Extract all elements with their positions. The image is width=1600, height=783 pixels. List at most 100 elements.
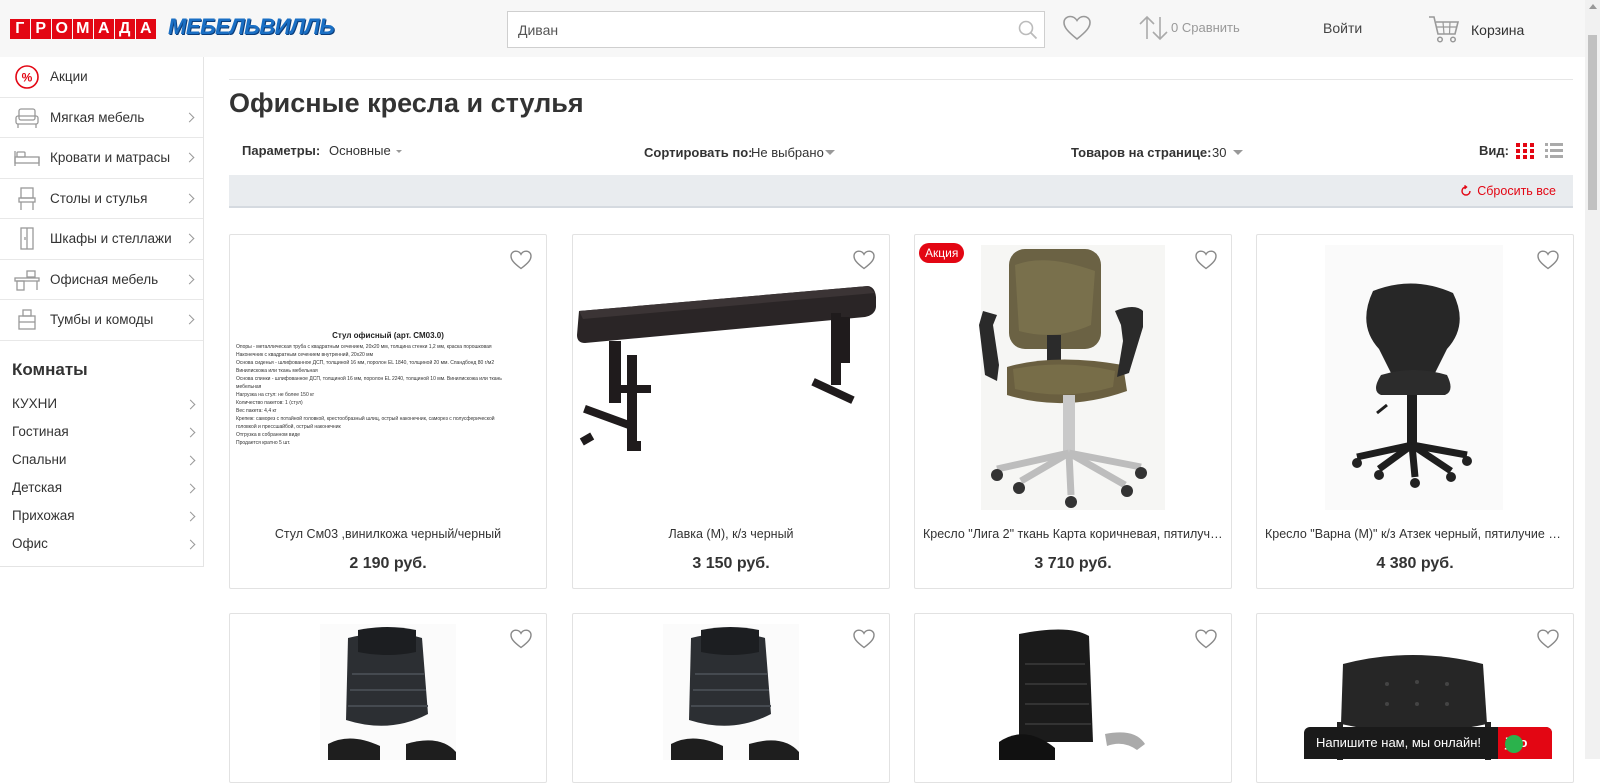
chevron-right-icon bbox=[185, 455, 196, 466]
search-icon[interactable] bbox=[1018, 20, 1038, 40]
product-price: 2 190 руб. bbox=[349, 555, 427, 572]
leather-chair-image[interactable] bbox=[915, 624, 1231, 760]
sidebar-item-upholstered[interactable]: Мягкая мебель bbox=[0, 98, 203, 138]
product-name[interactable]: Кресло "Варна (М)" к/з Атзек черный, пят… bbox=[1265, 527, 1565, 541]
product-card[interactable]: Лавка (М), к/з черный 3 150 руб. bbox=[572, 234, 890, 589]
wardrobe-icon bbox=[20, 227, 34, 250]
spec-sheet-title: Стул офисный (арт. СМ03.0) bbox=[332, 331, 444, 340]
product-card[interactable]: Стул офисный (арт. СМ03.0) Опоры - метал… bbox=[229, 234, 547, 589]
desk-icon bbox=[14, 269, 40, 291]
reset-filters-label: Сбросить все bbox=[1477, 184, 1556, 198]
mesh-chair-image[interactable] bbox=[230, 624, 546, 760]
site-header: ГРОМАДА МЕБЕЛЬВИЛЛЬ Диван 0 Сравнить Вой… bbox=[0, 0, 1585, 57]
product-name[interactable]: Лавка (М), к/з черный bbox=[581, 527, 881, 541]
logo-letter: О bbox=[52, 19, 72, 39]
sidebar-item-label: Кровати и матрасы bbox=[50, 150, 171, 166]
page-title: Офисные кресла и стулья bbox=[229, 88, 584, 118]
dropdown-caret-icon[interactable] bbox=[825, 150, 835, 155]
params-dropdown[interactable]: Основные bbox=[329, 143, 391, 158]
chevron-right-icon bbox=[185, 427, 196, 438]
sidebar-item-wardrobes[interactable]: Шкафы и стеллажи bbox=[0, 219, 203, 260]
product-price: 3 710 руб. bbox=[1034, 555, 1112, 572]
spec-line: головкой и прессшайбой, острый наконечни… bbox=[236, 424, 341, 430]
sidebar-item-label: Тумбы и комоды bbox=[50, 312, 154, 328]
reset-filters-button[interactable]: Сбросить все bbox=[1460, 184, 1556, 198]
dropdown-caret-icon[interactable] bbox=[1233, 150, 1243, 155]
dropdown-caret-icon[interactable] bbox=[396, 150, 402, 153]
product-name[interactable]: Кресло "Лига 2" ткань Карта коричневая, … bbox=[923, 527, 1223, 541]
room-item-label: Прихожая bbox=[12, 508, 75, 523]
room-item-bedroom[interactable]: Спальни bbox=[0, 448, 204, 472]
product-card[interactable] bbox=[572, 613, 890, 783]
room-item-kitchen[interactable]: КУХНИ bbox=[0, 392, 204, 416]
room-item-label: Детская bbox=[12, 480, 63, 495]
logo-letter: А bbox=[136, 19, 156, 39]
sidebar-item-office[interactable]: Офисная мебель bbox=[0, 260, 203, 300]
search-input[interactable]: Диван bbox=[507, 11, 1045, 48]
office-chair-image[interactable] bbox=[915, 245, 1231, 510]
spec-line: Винилискожа или ткань мебельная bbox=[236, 368, 318, 374]
cart-link[interactable]: Корзина bbox=[1471, 22, 1524, 38]
scrollbar-thumb[interactable] bbox=[1588, 35, 1597, 210]
room-item-label: КУХНИ bbox=[12, 396, 58, 411]
cart-icon[interactable] bbox=[1428, 14, 1460, 44]
sidebar-item-dressers[interactable]: Тумбы и комоды bbox=[0, 300, 203, 341]
list-view-icon[interactable] bbox=[1544, 142, 1564, 160]
product-card[interactable]: Акция Кресло "Лига 2" ткань Карта коричн… bbox=[914, 234, 1232, 589]
room-item-kids[interactable]: Детская bbox=[0, 476, 204, 500]
favorites-heart-icon[interactable] bbox=[1063, 15, 1091, 41]
bench-image[interactable] bbox=[573, 245, 889, 510]
mebelvill-logo[interactable]: МЕБЕЛЬВИЛЛЬ bbox=[168, 14, 335, 40]
sidebar-item-sales[interactable]: % Акции bbox=[0, 57, 203, 98]
room-item-office[interactable]: Офис bbox=[0, 532, 204, 556]
sidebar-item-beds[interactable]: Кровати и матрасы bbox=[0, 138, 203, 179]
jivo-logo[interactable]: jivo bbox=[1498, 727, 1552, 759]
spec-line: Крепеж: саморез с потайной головкой, кре… bbox=[236, 416, 495, 422]
scroll-up-arrow-icon[interactable] bbox=[1589, 4, 1597, 9]
spec-line: мебельная bbox=[236, 384, 262, 390]
chat-prompt[interactable]: Напишите нам, мы онлайн! bbox=[1316, 735, 1481, 750]
product-card[interactable]: Кресло "Варна (М)" к/з Атзек черный, пят… bbox=[1256, 234, 1574, 589]
login-link[interactable]: Войти bbox=[1323, 20, 1362, 36]
mesh-chair-image[interactable] bbox=[573, 624, 889, 760]
product-spec-image[interactable]: Стул офисный (арт. СМ03.0) Опоры - метал… bbox=[230, 245, 546, 510]
page-scrollbar[interactable] bbox=[1585, 0, 1600, 759]
product-card[interactable] bbox=[229, 613, 547, 783]
room-item-label: Спальни bbox=[12, 452, 67, 467]
spec-line: Основа спинки - шлифованное ДСП, толщино… bbox=[236, 376, 502, 382]
params-label: Параметры: bbox=[242, 143, 321, 158]
chevron-right-icon bbox=[184, 152, 195, 163]
room-item-hallway[interactable]: Прихожая bbox=[0, 504, 204, 528]
spec-line: Опоры - металлическая труба с квадратным… bbox=[236, 344, 492, 350]
jivo-chat-widget[interactable]: Напишите нам, мы онлайн! jivo bbox=[1304, 727, 1552, 759]
gromada-logo[interactable]: ГРОМАДА bbox=[10, 19, 157, 39]
sidebar-item-label: Офисная мебель bbox=[50, 271, 159, 287]
compare-arrows-icon[interactable] bbox=[1138, 15, 1170, 41]
compare-link[interactable]: 0 Сравнить bbox=[1171, 20, 1240, 35]
logo-letter: Р bbox=[31, 19, 51, 39]
office-chair-image[interactable] bbox=[1257, 245, 1573, 510]
product-price: 4 380 руб. bbox=[1376, 555, 1454, 572]
spec-line: Нагрузка на стул: не более 150 кг bbox=[236, 392, 315, 398]
per-page-label: Товаров на странице: bbox=[1071, 145, 1212, 160]
logo-letter: А bbox=[94, 19, 114, 39]
product-price: 3 150 руб. bbox=[692, 555, 770, 572]
chevron-right-icon bbox=[184, 193, 195, 204]
spec-line: Наконечник с квадратным сечением внутрен… bbox=[236, 352, 374, 358]
product-name[interactable]: Стул См03 ,винилкожа черный/черный bbox=[238, 527, 538, 541]
product-card[interactable] bbox=[914, 613, 1232, 783]
per-page-dropdown[interactable]: 30 bbox=[1212, 145, 1226, 160]
room-item-living[interactable]: Гостиная bbox=[0, 420, 204, 444]
sidebar-item-label: Шкафы и стеллажи bbox=[50, 231, 172, 247]
spec-sheet-text: Опоры - металлическая труба с квадратным… bbox=[236, 343, 536, 447]
sort-label: Сортировать по: bbox=[644, 145, 753, 160]
sidebar-item-tables-chairs[interactable]: Столы и стулья bbox=[0, 179, 203, 219]
filter-reset-bar: Сбросить все bbox=[229, 175, 1573, 208]
logo-letter: Г bbox=[10, 19, 30, 39]
search-value[interactable]: Диван bbox=[518, 22, 558, 38]
logo-letter: Д bbox=[115, 19, 135, 39]
sort-dropdown[interactable]: Не выбрано bbox=[751, 145, 824, 160]
grid-view-icon[interactable] bbox=[1515, 142, 1535, 160]
svg-text:%: % bbox=[22, 71, 33, 85]
rooms-heading: Комнаты bbox=[12, 360, 88, 379]
